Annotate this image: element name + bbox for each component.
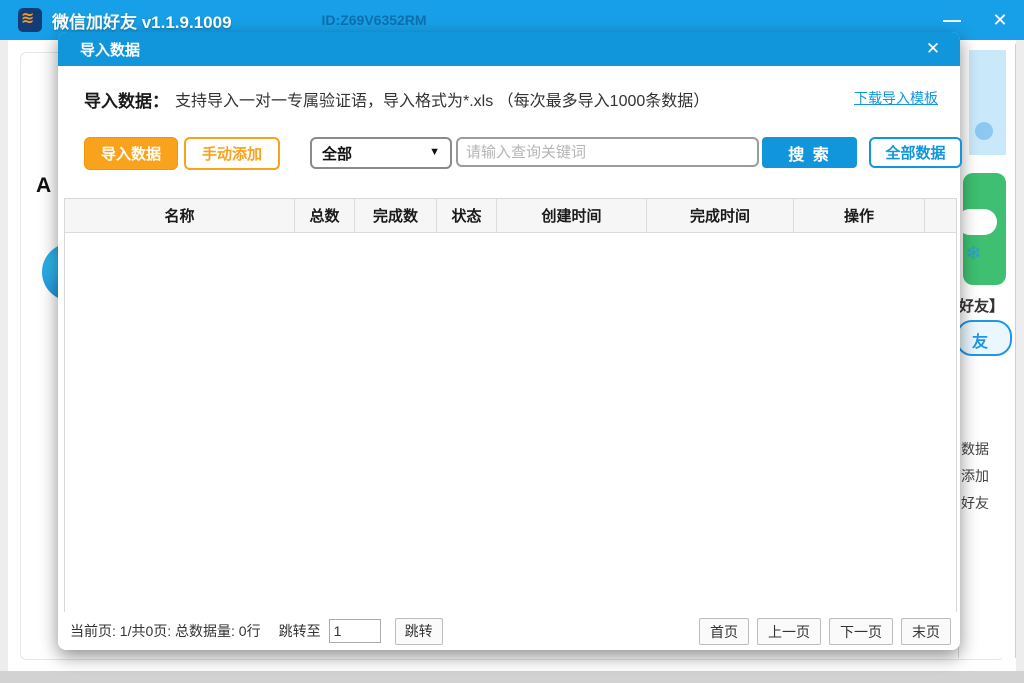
chevron-down-icon: ▼ xyxy=(429,146,440,158)
last-page-button[interactable]: 末页 xyxy=(901,618,951,645)
dialog-toolbar: 导入数据 手动添加 全部 ▼ 搜 索 全部数据 xyxy=(84,137,936,169)
background-add-friend-button: 友 xyxy=(956,320,1012,356)
dialog-header: 导入数据 ✕ xyxy=(58,32,960,66)
dialog-close-icon[interactable]: ✕ xyxy=(920,36,946,62)
close-button[interactable]: ✕ xyxy=(976,0,1024,40)
jump-button[interactable]: 跳转 xyxy=(395,618,443,645)
jump-page-input[interactable] xyxy=(329,619,381,643)
import-description: 导入数据： 支持导入一对一专属验证语，导入格式为*.xls （每次最多导入100… xyxy=(84,84,934,114)
import-data-dialog: 导入数据 ✕ 导入数据： 支持导入一对一专属验证语，导入格式为*.xls （每次… xyxy=(58,32,960,650)
search-input[interactable] xyxy=(456,137,759,167)
download-template-link[interactable]: 下载导入模板 xyxy=(854,88,938,108)
background-menu-item: 好友 xyxy=(961,490,989,517)
column-header-actions: 操作 xyxy=(794,199,925,232)
manual-add-button[interactable]: 手动添加 xyxy=(184,137,280,170)
status-filter-dropdown[interactable]: 全部 ▼ xyxy=(310,137,452,169)
dialog-footer: 当前页: 1/共0页: 总数据量: 0行 跳转至 跳转 首页 上一页 下一页 末… xyxy=(64,617,957,645)
background-text-fragment: A xyxy=(36,174,51,198)
dropdown-selected-value: 全部 xyxy=(322,143,352,164)
background-text-fragment: 好友】 xyxy=(959,295,1004,316)
snowflake-icon: ❄ xyxy=(965,241,982,266)
background-button-label: 友 xyxy=(972,328,988,352)
import-description-text: 支持导入一对一专属验证语，导入格式为*.xls （每次最多导入1000条数据） xyxy=(175,87,709,111)
background-green-button: ❄ xyxy=(963,173,1006,285)
decorative-dot xyxy=(975,122,993,140)
background-menu-fragments: 数据 添加 好友 xyxy=(961,436,989,517)
column-header-created-time: 创建时间 xyxy=(497,199,647,232)
prev-page-button[interactable]: 上一页 xyxy=(757,618,821,645)
import-description-label: 导入数据： xyxy=(84,87,169,112)
app-title: 微信加好友 v1.1.9.1009 xyxy=(52,8,232,33)
column-header-name: 名称 xyxy=(65,199,295,232)
jump-to-label: 跳转至 xyxy=(279,621,321,641)
next-page-button[interactable]: 下一页 xyxy=(829,618,893,645)
app-window: A ❄ 好友】 友 数据 添加 好友 微信加好友 v1.1.9.1009 ID:… xyxy=(0,0,1024,683)
window-bottom-edge xyxy=(0,671,1024,683)
background-menu-item: 添加 xyxy=(961,463,989,490)
search-button[interactable]: 搜 索 xyxy=(762,137,857,168)
all-data-button[interactable]: 全部数据 xyxy=(869,137,962,168)
page-info-text: 当前页: 1/共0页: 总数据量: 0行 xyxy=(70,621,261,641)
import-data-button[interactable]: 导入数据 xyxy=(84,137,178,170)
column-header-spacer xyxy=(925,199,956,232)
column-header-finished-time: 完成时间 xyxy=(647,199,794,232)
column-header-status: 状态 xyxy=(437,199,497,232)
table-body-empty xyxy=(65,233,956,613)
app-id-label: ID:Z69V6352RM xyxy=(322,12,427,28)
decorative-pill xyxy=(957,209,997,235)
first-page-button[interactable]: 首页 xyxy=(699,618,749,645)
app-logo-icon xyxy=(18,8,42,32)
background-blue-panel xyxy=(969,50,1006,155)
background-menu-item: 数据 xyxy=(961,436,989,463)
pagination: 首页 上一页 下一页 末页 xyxy=(699,618,951,645)
table-header-row: 名称 总数 完成数 状态 创建时间 完成时间 操作 xyxy=(65,199,956,233)
column-header-total: 总数 xyxy=(295,199,355,232)
import-data-table: 名称 总数 完成数 状态 创建时间 完成时间 操作 xyxy=(64,198,957,612)
dialog-title: 导入数据 xyxy=(80,39,140,60)
column-header-completed: 完成数 xyxy=(355,199,437,232)
